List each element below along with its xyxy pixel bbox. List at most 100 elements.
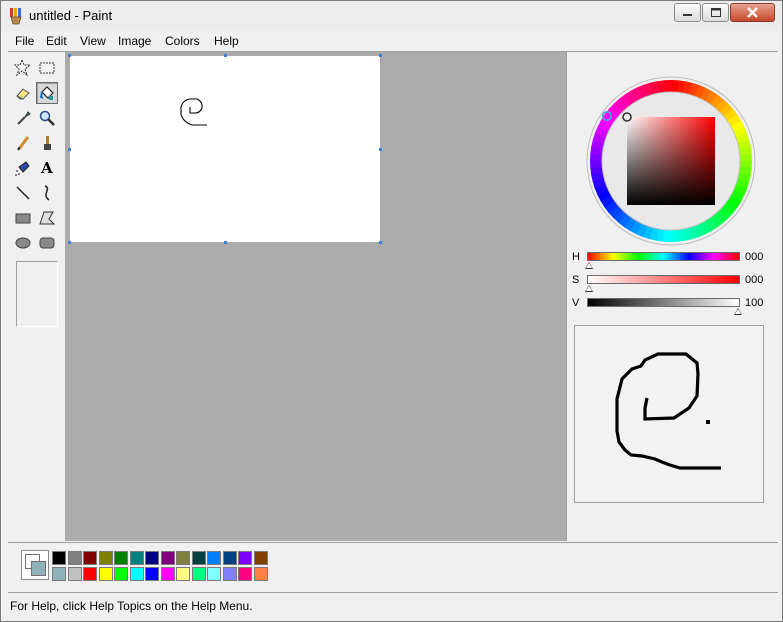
palette-swatch[interactable] [238,551,252,565]
palette-swatch[interactable] [238,567,252,581]
line-tool[interactable] [12,182,34,204]
fill-tool[interactable] [36,82,58,104]
pencil-icon [17,136,30,151]
palette-swatch[interactable] [114,567,128,581]
menu-view[interactable]: View [80,34,106,48]
palette-swatch[interactable] [52,567,66,581]
close-icon [747,7,758,18]
minimize-icon [683,14,692,16]
rectangle-select-tool[interactable] [36,57,58,79]
palette-swatch[interactable] [191,551,206,565]
palette-swatch[interactable] [67,567,82,581]
rounded-rectangle-icon [39,237,55,249]
close-button[interactable] [730,3,775,22]
saturation-label: S [572,274,580,286]
rectangle-select-icon [39,62,55,74]
value-slider[interactable] [587,298,740,307]
toolbox: A [10,53,64,541]
saturation-value: 000 [745,274,764,286]
color-picker-tool[interactable] [12,107,34,129]
curve-tool[interactable] [36,182,58,204]
saturation-slider-thumb[interactable] [585,285,593,292]
color-palette-bar [8,542,778,592]
palette-swatch[interactable] [176,567,190,581]
background-color-swatch[interactable] [31,561,46,576]
palette-swatch[interactable] [145,567,159,581]
menu-image[interactable]: Image [118,34,151,48]
tool-options-box[interactable] [16,261,58,327]
palette-swatch[interactable] [160,567,175,581]
status-text: For Help, click Help Topics on the Help … [10,599,253,613]
canvas-resize-handle[interactable] [68,148,71,151]
rectangle-icon [15,213,31,224]
menu-bar: File Edit View Image Colors Help [8,32,778,51]
current-colors-indicator[interactable] [21,550,49,580]
paint-window: untitled - Paint File Edit View Image Co… [0,0,783,622]
eraser-tool[interactable] [12,82,34,104]
status-bar: For Help, click Help Topics on the Help … [8,592,778,618]
palette-swatch[interactable] [207,567,221,581]
ellipse-icon [15,237,31,249]
palette-swatch[interactable] [253,567,268,581]
palette-swatch[interactable] [160,551,175,565]
palette-swatch[interactable] [207,551,221,565]
canvas-resize-handle[interactable] [379,148,382,151]
curve-icon [44,185,50,201]
canvas-resize-handle[interactable] [379,54,382,57]
zoom-preview-drawing [615,352,721,470]
minimize-button[interactable] [674,3,701,22]
menu-file[interactable]: File [15,34,34,48]
canvas-resize-handle[interactable] [224,54,227,57]
paint-bucket-icon [39,86,54,100]
canvas-resize-handle[interactable] [68,241,71,244]
rounded-rectangle-tool[interactable] [36,232,58,254]
pencil-tool[interactable] [12,132,34,154]
magnifier-tool[interactable] [36,107,58,129]
title-bar[interactable]: untitled - Paint [1,1,782,31]
maximize-button[interactable] [702,3,729,22]
free-form-select-tool[interactable] [12,57,34,79]
text-tool[interactable]: A [36,157,58,179]
hue-label: H [572,251,580,263]
palette-swatch[interactable] [83,567,97,581]
palette-swatch[interactable] [145,551,159,565]
hue-slider-thumb[interactable] [585,262,593,269]
palette-swatch[interactable] [191,567,206,581]
brush-tool[interactable] [36,132,58,154]
canvas-resize-handle[interactable] [379,241,382,244]
hue-value: 000 [745,251,764,263]
palette-swatch[interactable] [52,551,66,565]
canvas-area[interactable] [65,52,566,541]
polygon-icon [39,211,56,225]
palette-swatch[interactable] [253,551,268,565]
palette-swatch[interactable] [83,551,97,565]
palette-swatch[interactable] [129,567,144,581]
menu-colors[interactable]: Colors [165,34,200,48]
color-wheel[interactable] [586,76,756,246]
palette-swatch[interactable] [98,567,113,581]
magnifier-icon [39,110,55,126]
polygon-tool[interactable] [36,207,58,229]
canvas-resize-handle[interactable] [68,54,71,57]
palette-swatch[interactable] [98,551,113,565]
value-slider-thumb[interactable] [734,308,742,315]
saturation-slider[interactable] [587,275,740,284]
airbrush-tool[interactable] [12,157,34,179]
value-label: V [572,297,580,309]
drawing-canvas[interactable] [70,56,380,242]
menu-edit[interactable]: Edit [46,34,67,48]
rectangle-tool[interactable] [12,207,34,229]
maximize-icon [711,8,721,17]
canvas-resize-handle[interactable] [224,241,227,244]
palette-swatch[interactable] [222,567,237,581]
window-title: untitled - Paint [29,8,113,23]
palette-swatch[interactable] [114,551,128,565]
value-value: 100 [745,297,764,309]
palette-swatch[interactable] [67,551,82,565]
palette-swatch[interactable] [129,551,144,565]
palette-swatch[interactable] [222,551,237,565]
menu-help[interactable]: Help [214,34,239,48]
palette-swatch[interactable] [176,551,190,565]
hue-slider[interactable] [587,252,740,261]
ellipse-tool[interactable] [12,232,34,254]
